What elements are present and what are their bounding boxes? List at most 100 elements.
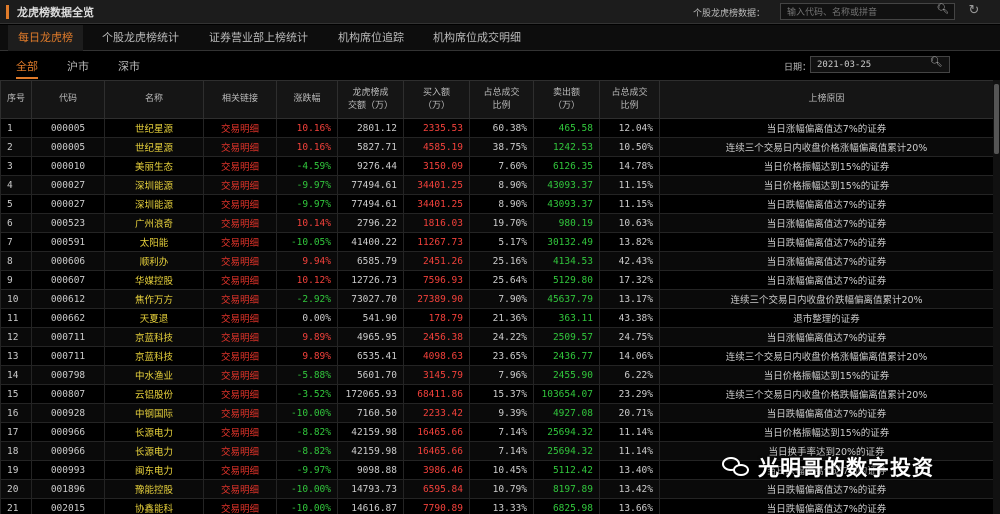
trade-detail-link[interactable]: 交易明细	[203, 422, 277, 442]
table-row[interactable]: 10 000612 焦作万方 交易明细 -2.92% 73027.70 27389.90 7.…	[0, 289, 994, 309]
table-row[interactable]: 16 000928 中钢国际 交易明细 -10.00% 7160.50 2233.42 9.3…	[0, 403, 994, 423]
table-row[interactable]: 12 000711 京蓝科技 交易明细 9.89% 4965.95 2456.38 24.22…	[0, 327, 994, 347]
trade-detail-link[interactable]: 交易明细	[203, 232, 277, 252]
stock-name[interactable]: 协鑫能科	[104, 498, 204, 514]
column-header[interactable]: 代码	[31, 80, 105, 119]
table-row[interactable]: 11 000662 天夏退 交易明细 0.00% 541.90 178.79 21.36% 36…	[0, 308, 994, 328]
column-header[interactable]: 买入额 （万）	[403, 80, 470, 119]
trade-detail-link[interactable]: 交易明细	[203, 118, 277, 138]
stock-name[interactable]: 中钢国际	[104, 403, 204, 423]
trade-detail-link[interactable]: 交易明细	[203, 213, 277, 233]
stock-name[interactable]: 天夏退	[104, 308, 204, 328]
trade-detail-link[interactable]: 交易明细	[203, 156, 277, 176]
table-row[interactable]: 5 000027 深圳能源 交易明细 -9.97% 77494.61 34401.25 8.9…	[0, 194, 994, 214]
filter-all[interactable]: 全部	[16, 58, 38, 79]
sell-ratio: 23.29%	[599, 384, 660, 404]
stock-name[interactable]: 京蓝科技	[104, 346, 204, 366]
trade-detail-link[interactable]: 交易明细	[203, 441, 277, 461]
table-row[interactable]: 21 002015 协鑫能科 交易明细 -10.00% 14616.87 7790.89 13…	[0, 498, 994, 514]
trade-detail-link[interactable]: 交易明细	[203, 175, 277, 195]
stock-name[interactable]: 深圳能源	[104, 194, 204, 214]
trade-detail-link[interactable]: 交易明细	[203, 194, 277, 214]
stock-name[interactable]: 美丽生态	[104, 156, 204, 176]
column-header[interactable]: 序号	[0, 80, 32, 119]
watermark: 光明哥的数字投资	[722, 452, 934, 482]
trade-detail-link[interactable]: 交易明细	[203, 479, 277, 499]
change-percent: -10.00%	[276, 403, 338, 423]
table-row[interactable]: 6 000523 广州浪奇 交易明细 10.14% 2796.22 1816.03 19.70…	[0, 213, 994, 233]
tab-broker-stats[interactable]: 证券营业部上榜统计	[209, 25, 308, 51]
column-header[interactable]: 占总成交 比例	[599, 80, 660, 119]
scrollbar-thumb[interactable]	[994, 84, 999, 154]
row-index: 3	[0, 156, 32, 176]
tab-daily-list[interactable]: 每日龙虎榜	[8, 25, 83, 51]
table-row[interactable]: 8 000606 顺利办 交易明细 9.94% 6585.79 2451.26 25.16% 4…	[0, 251, 994, 271]
list-turnover: 9098.88	[337, 460, 404, 480]
list-turnover: 541.90	[337, 308, 404, 328]
stock-name[interactable]: 长源电力	[104, 441, 204, 461]
column-header[interactable]: 占总成交 比例	[469, 80, 534, 119]
filter-shanghai[interactable]: 沪市	[67, 58, 89, 74]
stock-name[interactable]: 云铝股份	[104, 384, 204, 404]
table-row[interactable]: 9 000607 华媒控股 交易明细 10.12% 12726.73 7596.93 25.6…	[0, 270, 994, 290]
stock-search-input[interactable]	[780, 3, 955, 20]
trade-detail-link[interactable]: 交易明细	[203, 270, 277, 290]
table-row[interactable]: 15 000807 云铝股份 交易明细 -3.52% 172065.93 68411.86 1…	[0, 384, 994, 404]
stock-name[interactable]: 广州浪奇	[104, 213, 204, 233]
trade-detail-link[interactable]: 交易明细	[203, 289, 277, 309]
table-row[interactable]: 1 000005 世纪星源 交易明细 10.16% 2801.12 2335.53 60.38…	[0, 118, 994, 138]
stock-code: 000966	[31, 422, 105, 442]
stock-name[interactable]: 京蓝科技	[104, 327, 204, 347]
tab-institution-trades[interactable]: 机构席位成交明细	[433, 25, 521, 51]
stock-name[interactable]: 深圳能源	[104, 175, 204, 195]
table-row[interactable]: 20 001896 豫能控股 交易明细 -10.00% 14793.73 6595.84 10…	[0, 479, 994, 499]
table-row[interactable]: 17 000966 长源电力 交易明细 -8.82% 42159.98 16465.66 7.…	[0, 422, 994, 442]
trade-detail-link[interactable]: 交易明细	[203, 327, 277, 347]
trade-detail-link[interactable]: 交易明细	[203, 384, 277, 404]
column-header[interactable]: 名称	[104, 80, 204, 119]
search-icon[interactable]: 🔍︎	[930, 57, 943, 68]
table-row[interactable]: 2 000005 世纪星源 交易明细 10.16% 5827.71 4585.19 38.75…	[0, 137, 994, 157]
table-row[interactable]: 7 000591 太阳能 交易明细 -10.05% 41400.22 11267.73 5.1…	[0, 232, 994, 252]
trade-detail-link[interactable]: 交易明细	[203, 498, 277, 514]
table-row[interactable]: 13 000711 京蓝科技 交易明细 9.89% 6535.41 4098.63 23.65…	[0, 346, 994, 366]
vertical-scrollbar[interactable]	[993, 80, 1000, 514]
stock-name[interactable]: 顺利办	[104, 251, 204, 271]
stock-name[interactable]: 豫能控股	[104, 479, 204, 499]
tab-stock-stats[interactable]: 个股龙虎榜统计	[102, 25, 179, 51]
table-row[interactable]: 14 000798 中水渔业 交易明细 -5.88% 5601.70 3145.79 7.96…	[0, 365, 994, 385]
app-title: 龙虎榜数据全览	[17, 5, 94, 19]
change-percent: 9.89%	[276, 346, 338, 366]
column-header[interactable]: 上榜原因	[659, 80, 994, 119]
stock-name[interactable]: 世纪星源	[104, 118, 204, 138]
column-header[interactable]: 卖出额 （万）	[533, 80, 600, 119]
stock-name[interactable]: 世纪星源	[104, 137, 204, 157]
stock-code: 000807	[31, 384, 105, 404]
date-input[interactable]	[810, 56, 950, 73]
stock-name[interactable]: 闽东电力	[104, 460, 204, 480]
stock-name[interactable]: 中水渔业	[104, 365, 204, 385]
trade-detail-link[interactable]: 交易明细	[203, 308, 277, 328]
trade-detail-link[interactable]: 交易明细	[203, 365, 277, 385]
trade-detail-link[interactable]: 交易明细	[203, 137, 277, 157]
stock-name[interactable]: 焦作万方	[104, 289, 204, 309]
trade-detail-link[interactable]: 交易明细	[203, 403, 277, 423]
column-header[interactable]: 龙虎榜成 交额（万）	[337, 80, 404, 119]
buy-ratio: 7.90%	[469, 289, 534, 309]
column-header[interactable]: 涨跌幅	[276, 80, 338, 119]
sell-ratio: 20.71%	[599, 403, 660, 423]
stock-name[interactable]: 华媒控股	[104, 270, 204, 290]
trade-detail-link[interactable]: 交易明细	[203, 346, 277, 366]
column-header[interactable]: 相关链接	[203, 80, 277, 119]
trade-detail-link[interactable]: 交易明细	[203, 251, 277, 271]
trade-detail-link[interactable]: 交易明细	[203, 460, 277, 480]
stock-name[interactable]: 长源电力	[104, 422, 204, 442]
table-row[interactable]: 4 000027 深圳能源 交易明细 -9.97% 77494.61 34401.25 8.9…	[0, 175, 994, 195]
search-icon[interactable]: 🔍︎	[934, 4, 952, 19]
sell-ratio: 14.06%	[599, 346, 660, 366]
tab-institution-tracking[interactable]: 机构席位追踪	[338, 25, 404, 51]
table-row[interactable]: 3 000010 美丽生态 交易明细 -4.59% 9276.44 3150.09 7.60%…	[0, 156, 994, 176]
filter-shenzhen[interactable]: 深市	[118, 58, 140, 74]
refresh-icon[interactable]: ↻	[966, 3, 982, 20]
stock-name[interactable]: 太阳能	[104, 232, 204, 252]
